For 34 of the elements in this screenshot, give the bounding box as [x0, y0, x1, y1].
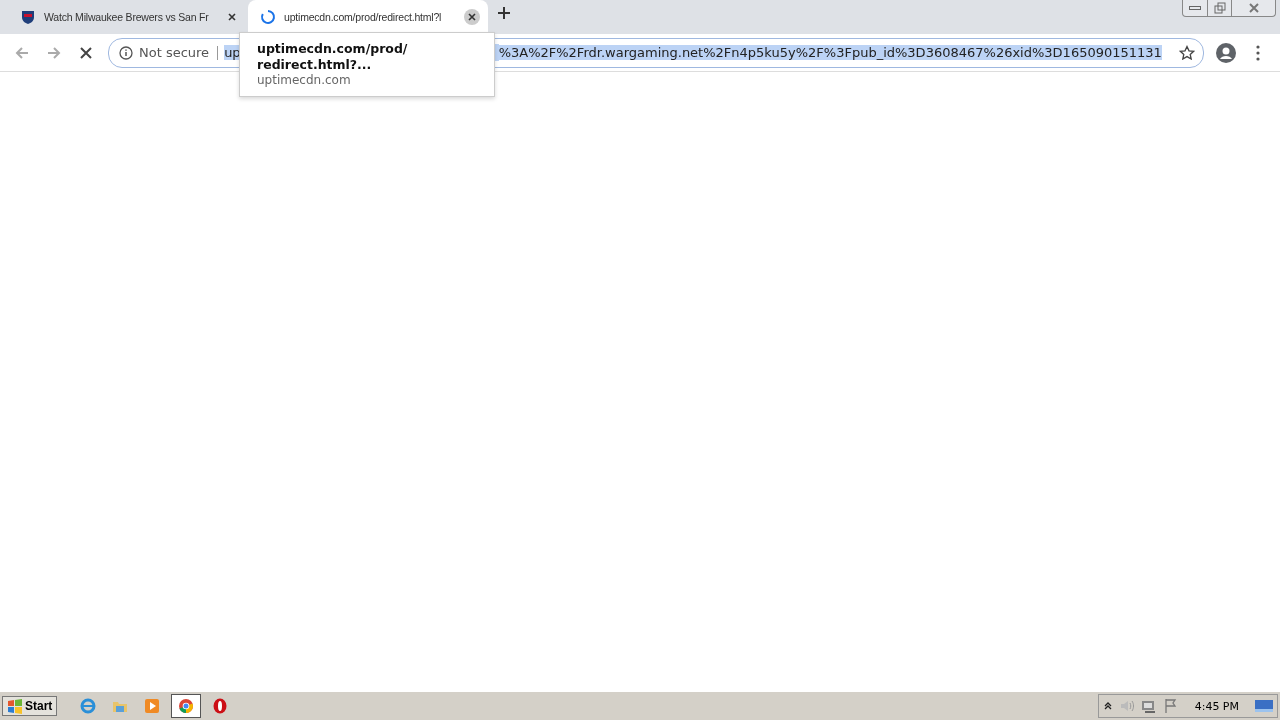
ring-icon — [212, 698, 229, 714]
browser-tab[interactable]: uptimecdn.com/prod/redirect.html?l — [248, 0, 488, 34]
chrome-icon — [178, 698, 195, 714]
minimize-icon — [1189, 6, 1201, 10]
tab-close-button[interactable] — [464, 9, 480, 25]
security-label: Not secure — [139, 45, 219, 60]
forward-arrow-icon — [46, 44, 62, 61]
chevron-up-icon[interactable] — [1102, 700, 1113, 712]
tab-title: uptimecdn.com/prod/redirect.html?l — [284, 11, 443, 23]
show-desktop-icon[interactable] — [1255, 698, 1273, 714]
plus-icon — [496, 4, 512, 21]
browser-e-icon — [80, 698, 97, 714]
tab-title: Watch Milwaukee Brewers vs San Fr — [44, 11, 210, 23]
flag-icon[interactable] — [1162, 698, 1179, 714]
close-icon — [1247, 2, 1260, 14]
start-button[interactable]: Start — [2, 696, 58, 716]
clock[interactable]: 4:45 PM — [1184, 699, 1249, 713]
play-icon — [144, 698, 161, 714]
network-icon[interactable] — [1140, 698, 1157, 714]
restore-icon — [1212, 2, 1227, 14]
browser-tab[interactable]: Watch Milwaukee Brewers vs San Fr — [8, 0, 248, 34]
suggestion-domain: uptimecdn.com — [257, 73, 352, 87]
avatar-icon — [1216, 42, 1236, 63]
close-icon — [467, 12, 477, 22]
windows-logo-icon — [7, 698, 23, 714]
info-icon — [119, 45, 133, 60]
menu-icon — [1256, 44, 1260, 61]
close-icon — [227, 12, 237, 22]
back-arrow-icon — [14, 44, 30, 61]
close-icon — [79, 45, 93, 60]
suggestion-popup[interactable]: uptimecdn.com/prod/ redirect.html?... uptimecdn.com — [239, 32, 495, 97]
star-icon[interactable] — [1179, 44, 1195, 61]
url-text: %3A%2F%2Frdr.wargaming.net%2Fn4p5ku5y%2F%3Fpub_id%3D3608467%26xid%3D165090151131 — [498, 45, 1162, 60]
taskbar-app-button[interactable] — [171, 694, 202, 718]
